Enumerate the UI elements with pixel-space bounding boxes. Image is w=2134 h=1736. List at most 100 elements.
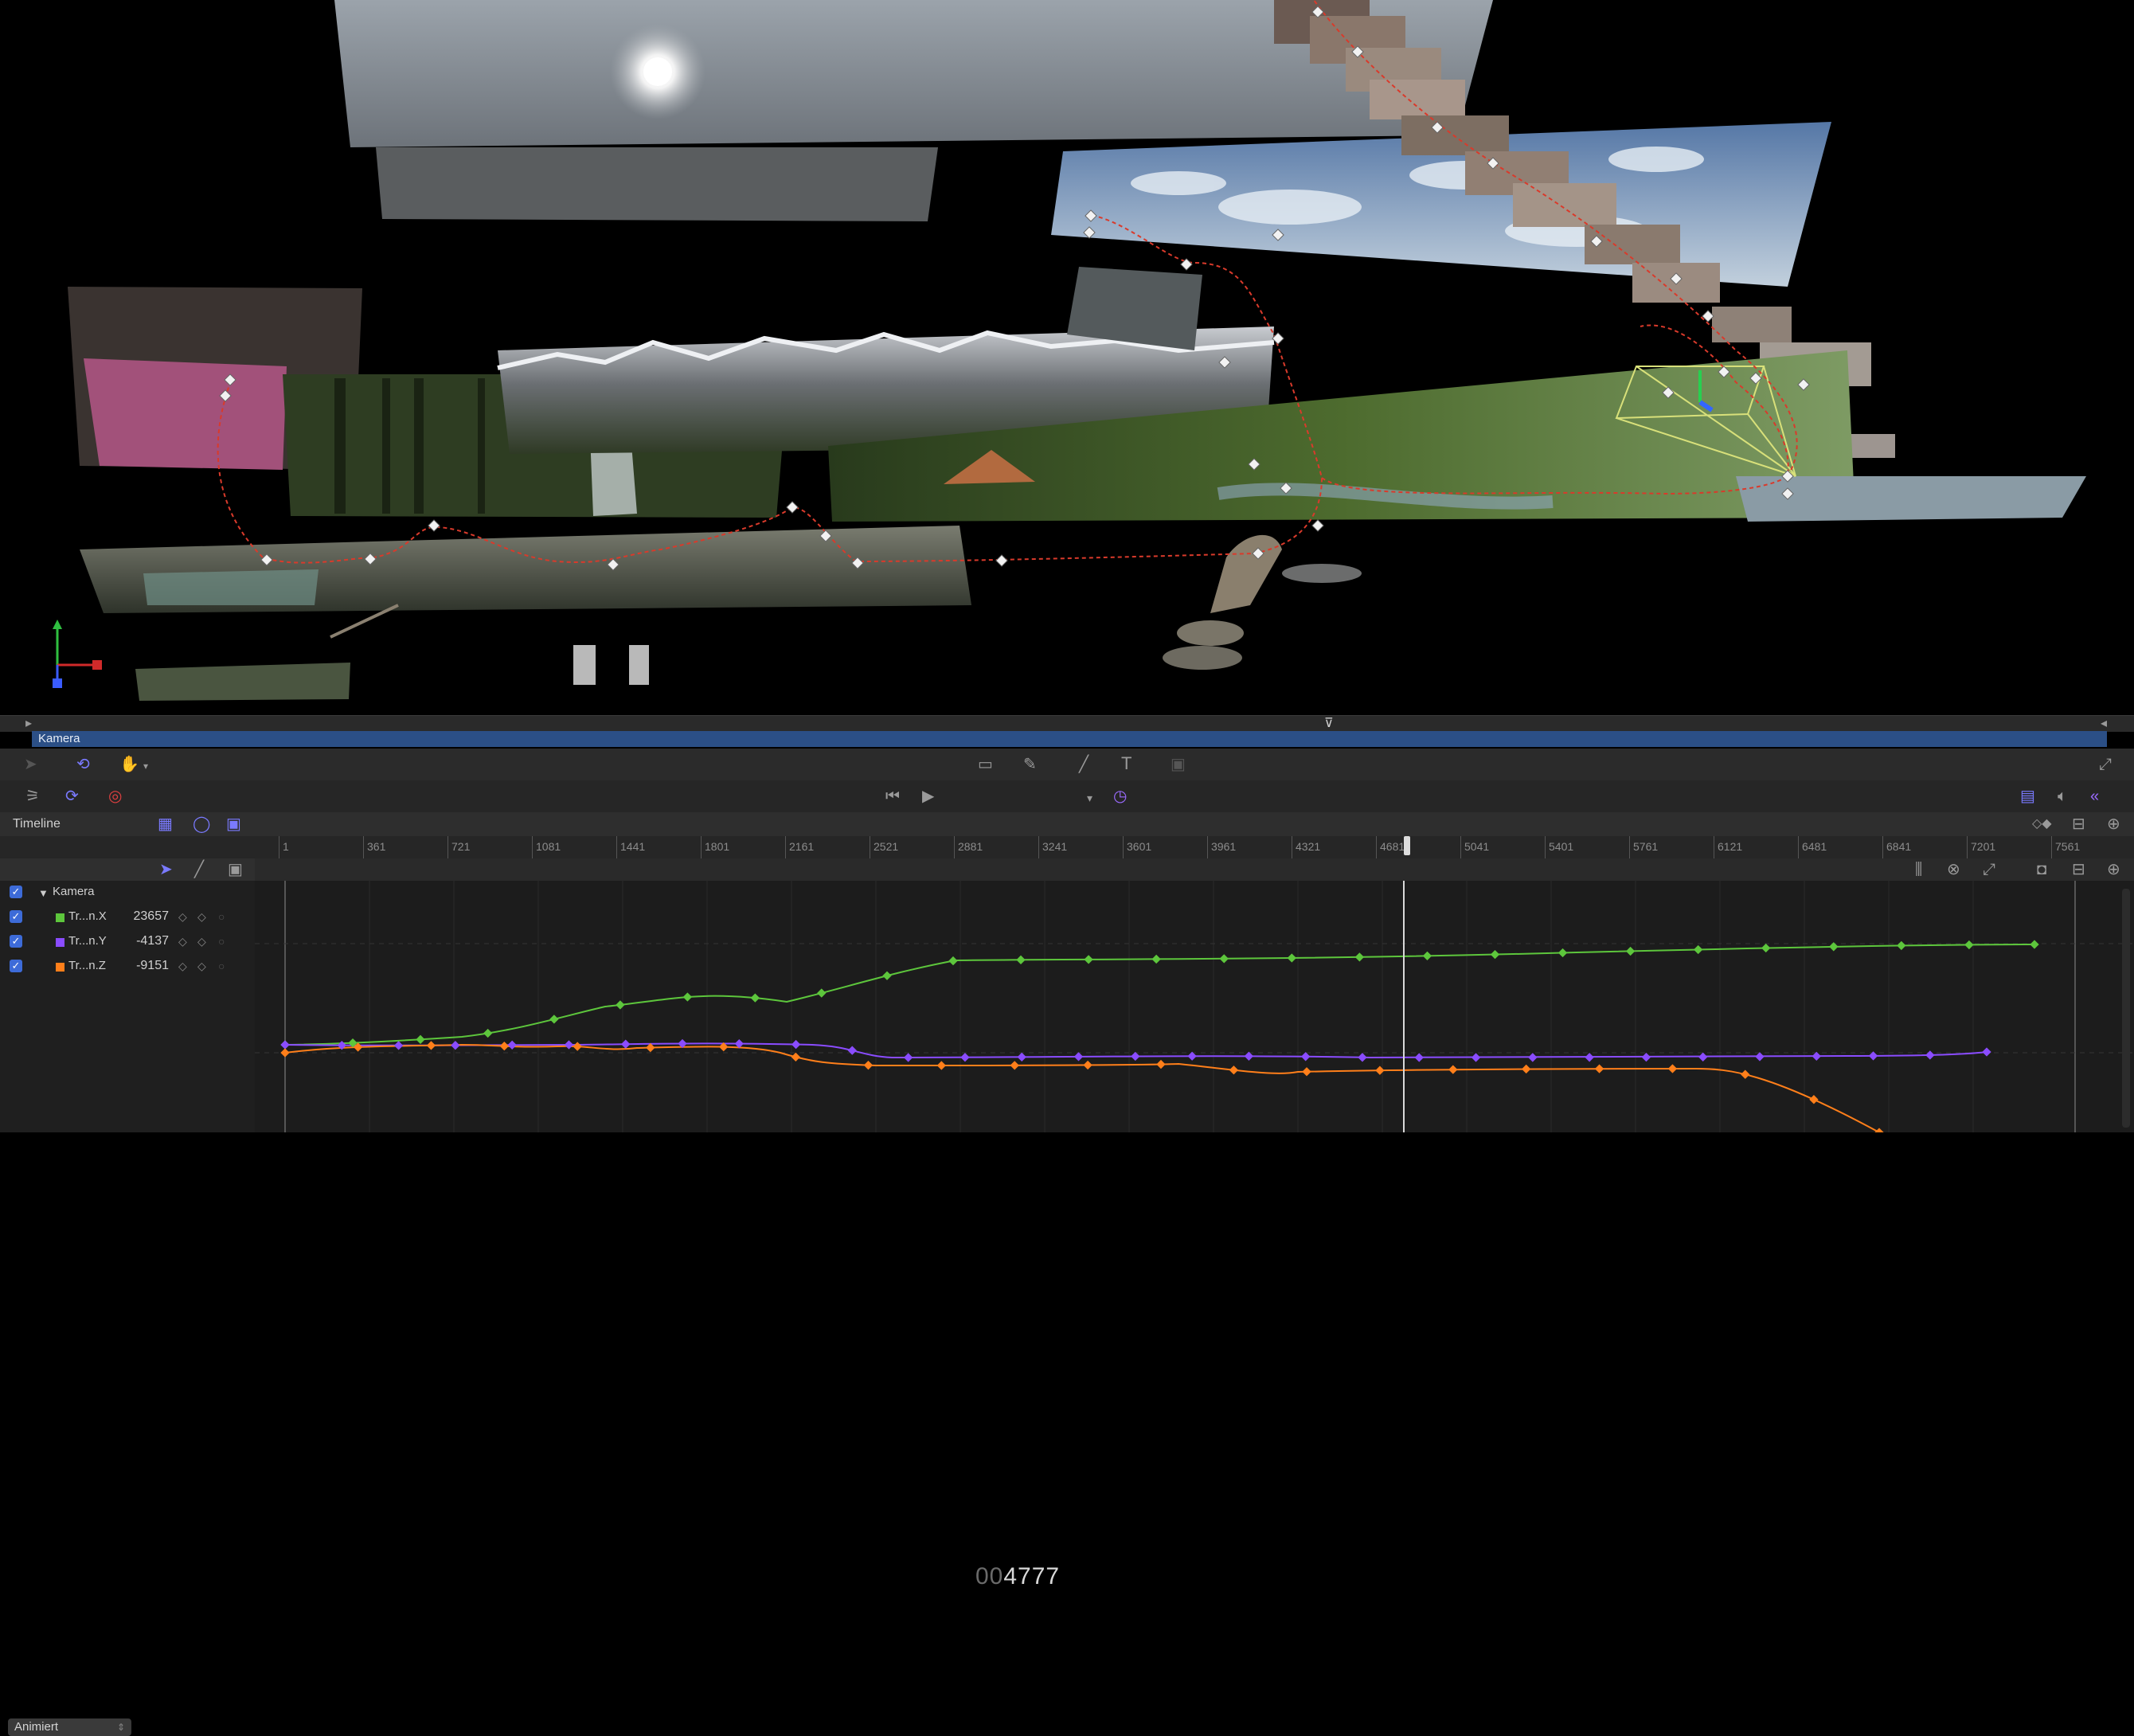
play-icon[interactable]: ▶	[922, 788, 934, 804]
keyframe-point[interactable]	[1761, 943, 1771, 953]
keyframe-point[interactable]	[1809, 1095, 1819, 1105]
keyframe-point[interactable]	[483, 1028, 493, 1038]
next-keyframe-icon[interactable]: ◇	[197, 910, 206, 924]
keyframe-point[interactable]	[1084, 955, 1093, 964]
axis-gizmo[interactable]	[53, 620, 102, 688]
keyframe-point[interactable]	[960, 1053, 970, 1062]
keyframe-point[interactable]	[1829, 942, 1839, 952]
pen-bezier-icon[interactable]: ✎	[1023, 757, 1037, 772]
keyframe-point[interactable]	[791, 1039, 801, 1050]
next-keyframe-icon[interactable]: ◇	[197, 960, 206, 973]
timecode-dropdown-icon[interactable]: ▾	[1087, 790, 1092, 806]
timecode-display[interactable]: 004777	[975, 1563, 1060, 1590]
group-enable-checkbox[interactable]: ✓	[10, 886, 22, 898]
in-point-marker[interactable]: ▸	[25, 716, 32, 732]
keyframe-point[interactable]	[882, 971, 892, 980]
record-icon[interactable]: ◎	[108, 788, 122, 804]
keyframe-point[interactable]	[750, 993, 760, 1003]
keyframe-point[interactable]	[280, 1040, 290, 1050]
prev-keyframe-icon[interactable]: ◇	[178, 910, 187, 924]
moss-plane[interactable]	[135, 663, 350, 701]
expand-icon[interactable]: ⤢	[2099, 757, 2112, 772]
keyframe-dot-icon[interactable]: ○	[218, 935, 225, 948]
keyframe-point[interactable]	[416, 1034, 425, 1044]
keyframe-point[interactable]	[1741, 1069, 1750, 1079]
keyframe-point[interactable]	[1694, 944, 1703, 955]
keyframe-graph[interactable]	[255, 881, 2134, 1137]
param-value-y[interactable]: -4137	[113, 934, 169, 948]
fit-curves-icon[interactable]: ⤢	[1983, 862, 1995, 878]
mask-tool-icon[interactable]: ▣	[1171, 757, 1186, 772]
param-row-x[interactable]: ✓ Tr...n.X 23657 ◇ ◇ ○	[0, 905, 255, 929]
prev-keyframe-icon[interactable]: ◇	[178, 960, 187, 973]
param-checkbox-x[interactable]: ✓	[10, 910, 22, 923]
keyframe-point[interactable]	[1354, 952, 1365, 962]
paint-stroke-icon[interactable]: ╱	[1079, 757, 1088, 772]
keyframe-point[interactable]	[280, 1048, 290, 1058]
chevron-down-icon[interactable]: ▾	[143, 758, 148, 774]
keyframe-point[interactable]	[1301, 1052, 1311, 1062]
layers-icon[interactable]: ▣	[226, 816, 241, 832]
filter-circle-icon[interactable]: ◯	[193, 816, 210, 832]
keyframe-point[interactable]	[847, 1046, 857, 1055]
keyframe-point[interactable]	[573, 1042, 582, 1051]
group-row-kamera[interactable]: ✓ ▼ Kamera	[0, 881, 255, 905]
keyframe-point[interactable]	[948, 956, 958, 966]
sky-plane-lower[interactable]	[376, 147, 938, 221]
keyframe-point[interactable]	[1016, 955, 1026, 964]
keyframe-point[interactable]	[1156, 1059, 1166, 1069]
param-checkbox-z[interactable]: ✓	[10, 960, 22, 972]
3d-transform-icon[interactable]: ⟲	[76, 757, 90, 772]
snap-icon[interactable]: ⊟	[2072, 816, 2085, 832]
param-value-x[interactable]: 23657	[113, 909, 170, 924]
keyframe-point[interactable]	[1641, 1052, 1651, 1062]
keyframe-point[interactable]	[1585, 1053, 1594, 1062]
canvas-viewport[interactable]	[0, 0, 2134, 715]
keyframe-point[interactable]	[1471, 1053, 1481, 1062]
keyframe-point[interactable]	[1151, 954, 1161, 964]
select-arrow-icon[interactable]: ➤	[24, 757, 37, 772]
ruler-playhead[interactable]	[1404, 836, 1410, 855]
keyframe-point[interactable]	[1964, 940, 1974, 950]
keyframe-editor-icon[interactable]: «	[2090, 788, 2099, 804]
zoom-icon[interactable]: ⊕	[2107, 816, 2120, 832]
keyframe-point[interactable]	[1358, 1053, 1367, 1062]
keyframe-point[interactable]	[1558, 948, 1568, 958]
keyframe-point[interactable]	[1302, 1067, 1311, 1077]
animated-filter-select[interactable]: Animiert ⇕	[8, 1718, 131, 1736]
keyframe-point[interactable]	[682, 992, 693, 1002]
param-checkbox-y[interactable]: ✓	[10, 935, 22, 948]
keyframe-point[interactable]	[499, 1041, 509, 1051]
keyframe-point[interactable]	[1698, 1052, 1708, 1062]
pointer-tool-icon[interactable]: ➤	[159, 862, 173, 878]
keyframe-point[interactable]	[1414, 1053, 1424, 1062]
keyframe-point[interactable]	[791, 1052, 800, 1062]
graph-snap-icon[interactable]: ⊟	[2072, 862, 2085, 878]
keyframe-point[interactable]	[1017, 1052, 1026, 1062]
text-tool-icon[interactable]: T	[1121, 755, 1131, 772]
hand-pan-icon[interactable]: ✋	[119, 757, 139, 772]
keyframe-point[interactable]	[1755, 1052, 1765, 1062]
audio-wave-icon[interactable]: ⫼	[1915, 862, 1922, 878]
keyframe-point[interactable]	[451, 1041, 460, 1050]
keyframe-point[interactable]	[1594, 1064, 1604, 1073]
param-row-y[interactable]: ✓ Tr...n.Y -4137 ◇ ◇ ○	[0, 930, 255, 954]
keyframe-point[interactable]	[904, 1053, 913, 1062]
keyframe-point[interactable]	[1422, 951, 1432, 961]
timeline-layout-icon[interactable]: ▤	[2020, 788, 2035, 804]
checkerboard-icon[interactable]: ▦	[158, 816, 173, 832]
track-bar-kamera[interactable]: Kamera	[32, 731, 2107, 747]
curve-y-keyframes[interactable]	[280, 1038, 1991, 1062]
keyframe-dot-icon[interactable]: ○	[218, 960, 225, 972]
keyframe-point[interactable]	[1073, 1052, 1084, 1062]
playhead-marker[interactable]: ⊽	[1324, 716, 1334, 732]
clock-icon[interactable]: ◷	[1113, 788, 1127, 804]
keyframe-point[interactable]	[393, 1041, 404, 1050]
prev-keyframe-icon[interactable]: ◇	[178, 935, 187, 948]
keyframe-point[interactable]	[2030, 940, 2039, 949]
curve-x-keyframes[interactable]	[280, 940, 2039, 1050]
keyframe-point[interactable]	[1375, 1065, 1385, 1075]
keyframe-point[interactable]	[1010, 1061, 1019, 1070]
audio-icon[interactable]: 🔈︎	[2058, 788, 2067, 804]
keyframe-point[interactable]	[1229, 1065, 1239, 1075]
